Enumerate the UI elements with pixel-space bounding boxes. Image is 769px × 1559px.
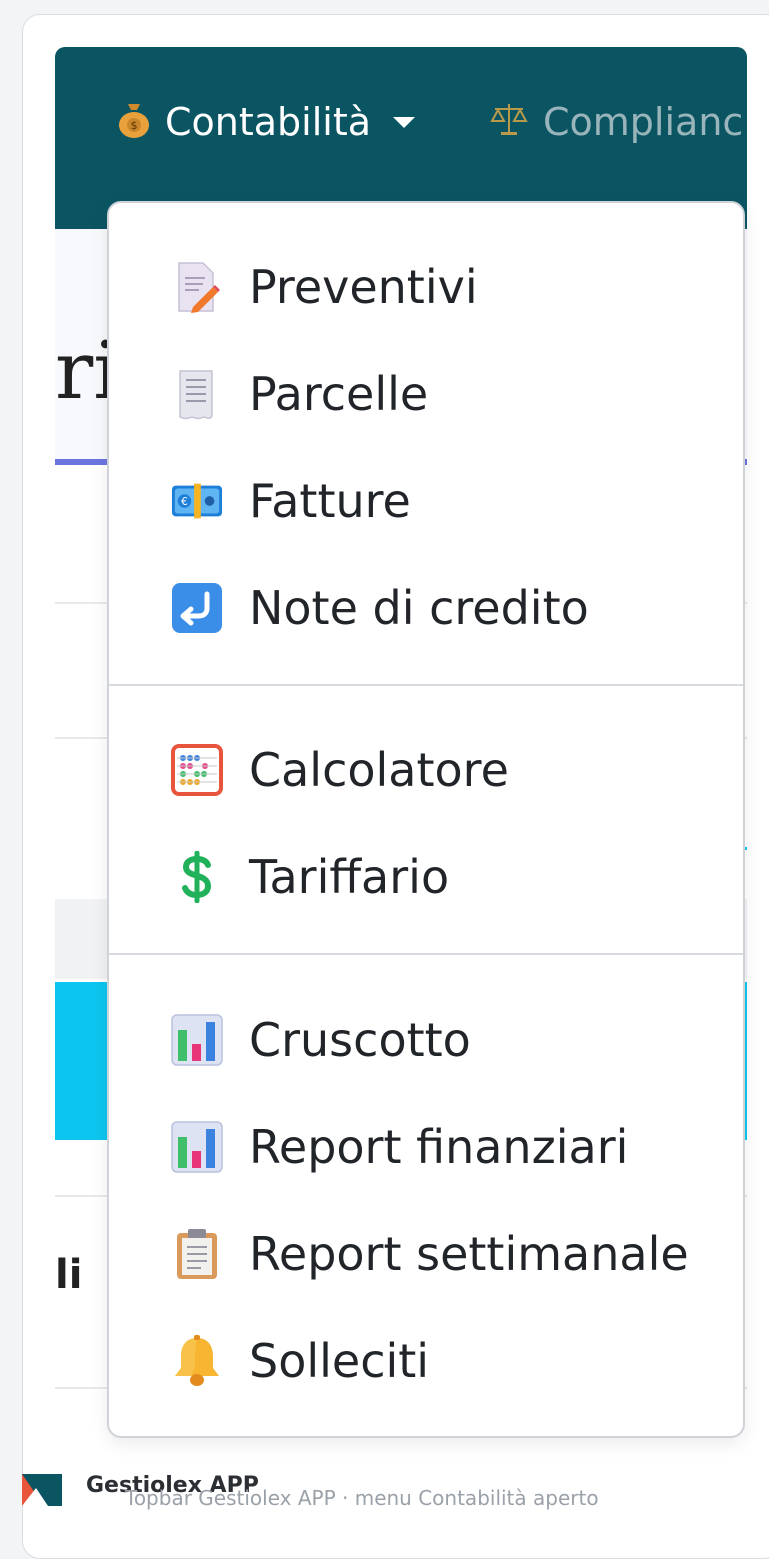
menu-item-label: Calcolatore — [249, 743, 509, 797]
menu-item-cruscotto[interactable]: Cruscotto — [109, 992, 743, 1088]
menu-separator — [109, 953, 743, 955]
menu-item-label: Report settimanale — [249, 1227, 689, 1281]
clipboard-icon — [171, 1228, 223, 1280]
svg-text:$: $ — [131, 119, 138, 132]
obscured-text-fragment: li — [55, 1252, 83, 1298]
menu-item-preventivi[interactable]: Preventivi — [109, 239, 743, 335]
menu-item-label: Report finanziari — [249, 1120, 629, 1174]
chevron-down-icon — [393, 116, 416, 128]
menu-item-fatture[interactable]: € Fatture — [109, 453, 743, 549]
contabilita-dropdown-menu: Preventivi Parcelle € Fatture Note di cr… — [107, 201, 745, 1438]
menu-item-label: Preventivi — [249, 260, 478, 314]
document-pen-icon — [171, 261, 223, 313]
nav-compliance[interactable]: Complianc — [489, 97, 743, 147]
balance-scale-icon — [489, 101, 529, 143]
menu-item-solleciti[interactable]: Solleciti — [109, 1313, 743, 1409]
return-arrow-icon — [171, 582, 223, 634]
gestiolex-logo-icon — [22, 1474, 62, 1506]
bar-chart-icon — [171, 1014, 223, 1066]
menu-item-label: Solleciti — [249, 1334, 430, 1388]
screenshot-card: $ Contabilità Complianc ri li Preventivi… — [22, 14, 769, 1559]
menu-item-note-di-credito[interactable]: Note di credito — [109, 560, 743, 656]
money-bag-icon: $ — [117, 100, 151, 144]
menu-item-label: Note di credito — [249, 581, 589, 635]
menu-item-report-settimanale[interactable]: Report settimanale — [109, 1206, 743, 1302]
menu-item-label: Tariffario — [249, 850, 450, 904]
menu-item-tariffario[interactable]: Tariffario — [109, 829, 743, 925]
nav-contabilita[interactable]: $ Contabilità — [117, 97, 416, 147]
menu-item-parcelle[interactable]: Parcelle — [109, 346, 743, 442]
bell-icon — [171, 1335, 223, 1387]
bar-chart-icon — [171, 1121, 223, 1173]
dollar-sign-icon — [171, 851, 223, 903]
footer-caption: Topbar Gestiolex APP · menu Contabilità … — [125, 1486, 599, 1510]
menu-separator — [109, 684, 743, 686]
nav-contabilita-label: Contabilità — [165, 100, 372, 144]
svg-text:€: € — [181, 496, 188, 508]
receipt-icon — [171, 368, 223, 420]
menu-item-report-finanziari[interactable]: Report finanziari — [109, 1099, 743, 1195]
menu-item-label: Fatture — [249, 474, 411, 528]
euro-banknote-icon: € — [171, 475, 223, 527]
menu-item-calcolatore[interactable]: Calcolatore — [109, 722, 743, 818]
abacus-icon — [171, 744, 223, 796]
menu-item-label: Parcelle — [249, 367, 429, 421]
nav-compliance-label: Complianc — [543, 100, 744, 144]
menu-item-label: Cruscotto — [249, 1013, 471, 1067]
